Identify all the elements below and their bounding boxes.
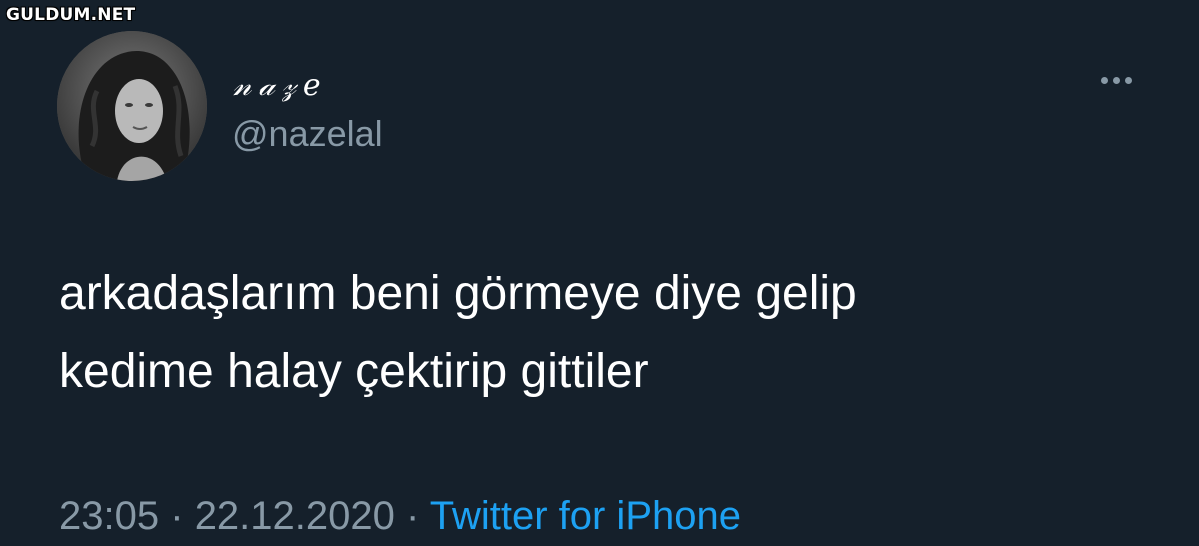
tweet-source-link[interactable]: Twitter for iPhone (430, 494, 741, 538)
avatar[interactable] (57, 31, 207, 181)
tweet-text-line: arkadaşlarım beni görmeye diye gelip (59, 267, 857, 320)
tweet-date[interactable]: 22.12.2020 (195, 494, 395, 538)
tweet-text-line: kedime halay çektirip gittiler (59, 345, 649, 398)
ellipsis-icon[interactable] (1088, 64, 1144, 96)
tweet-meta: 23:05 · 22.12.2020 · Twitter for iPhone (59, 490, 741, 542)
separator: · (170, 494, 184, 538)
tweet-time[interactable]: 23:05 (59, 494, 159, 538)
display-name[interactable]: 𝓃𝒶𝓏𝑒 (233, 66, 328, 106)
username-handle[interactable]: @nazelal (232, 112, 383, 156)
watermark: GULDUM.NET (6, 5, 136, 25)
profile-photo-icon (57, 31, 207, 181)
separator: · (406, 494, 420, 538)
tweet-text: arkadaşlarım beni görmeye diye gelip ked… (59, 255, 1139, 411)
